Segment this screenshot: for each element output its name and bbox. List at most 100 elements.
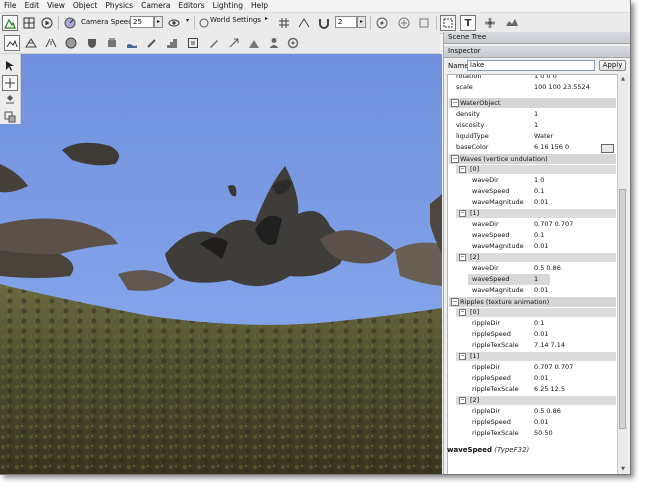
camera-speed-arrow[interactable]: ▸ bbox=[154, 16, 163, 28]
creature-button[interactable] bbox=[504, 15, 520, 31]
zone-button[interactable] bbox=[185, 35, 201, 51]
camera-speed-button[interactable] bbox=[62, 15, 78, 31]
property-row-rippledir[interactable]: rippleDir 0.707 0.707 bbox=[448, 362, 618, 373]
magnet-button[interactable] bbox=[316, 15, 332, 31]
property-row-rippledir[interactable]: rippleDir 0.5 0.86 bbox=[448, 406, 618, 417]
snap-grid-button[interactable] bbox=[276, 15, 292, 31]
selection-mode-button[interactable] bbox=[440, 15, 456, 31]
mesh-button[interactable] bbox=[23, 35, 39, 51]
collapse-icon[interactable]: − bbox=[459, 309, 466, 316]
snap-object-button[interactable] bbox=[296, 15, 312, 31]
visibility-dropdown-arrow[interactable]: ▾ bbox=[183, 16, 192, 28]
menu-edit[interactable]: Edit bbox=[21, 0, 44, 12]
sphere-button[interactable] bbox=[63, 35, 79, 51]
bounds-button[interactable] bbox=[416, 15, 432, 31]
name-input[interactable]: lake bbox=[467, 60, 595, 71]
ripples-group[interactable]: − Ripples (texture animation) bbox=[449, 297, 616, 307]
property-row-wavespeed[interactable]: waveSpeed 0.1 bbox=[448, 230, 618, 241]
property-row-rotation[interactable]: rotation 1 0 0 0 bbox=[448, 75, 618, 82]
menu-lighting[interactable]: Lighting bbox=[209, 0, 247, 12]
waterobject-group[interactable]: − WaterObject bbox=[449, 98, 616, 108]
property-row-wavedir[interactable]: waveDir 0.707 0.707 bbox=[448, 219, 618, 230]
ripple-1-header[interactable]: − [1] bbox=[456, 352, 616, 361]
portal-button[interactable] bbox=[226, 35, 242, 51]
menu-view[interactable]: View bbox=[43, 0, 69, 12]
shield-button[interactable] bbox=[84, 35, 100, 51]
world-settings-arrow[interactable]: ▸ bbox=[262, 14, 271, 26]
add-button[interactable] bbox=[396, 15, 412, 31]
move-tool-button[interactable] bbox=[2, 75, 18, 91]
property-row-ripplespeed[interactable]: rippleSpeed 0.01 bbox=[448, 373, 618, 384]
property-row-ripplespeed[interactable]: rippleSpeed 0.01 bbox=[448, 329, 618, 340]
property-row-rippletexscale[interactable]: rippleTexScale 7.14 7.14 bbox=[448, 340, 618, 351]
property-row-wavedir[interactable]: waveDir 0.5 0.86 bbox=[448, 263, 618, 274]
play-button[interactable] bbox=[39, 15, 55, 31]
scene-tree-title[interactable]: Scene Tree bbox=[444, 32, 630, 44]
property-row-rippledir[interactable]: rippleDir 0 1 bbox=[448, 318, 618, 329]
apply-button[interactable]: Apply bbox=[599, 60, 626, 71]
river-button[interactable] bbox=[43, 35, 59, 51]
scroll-up-icon[interactable]: ▲ bbox=[619, 75, 627, 83]
camera-speed-input[interactable]: 25 bbox=[130, 16, 154, 28]
menu-file[interactable]: File bbox=[0, 0, 21, 12]
property-row-wavemagnitude[interactable]: waveMagnitude 0.01 bbox=[448, 285, 618, 296]
menu-physics[interactable]: Physics bbox=[101, 0, 137, 12]
inspector-scrollbar[interactable]: ▲ ▼ bbox=[617, 74, 628, 474]
select-tool-button[interactable] bbox=[2, 58, 18, 74]
forest-button[interactable] bbox=[144, 35, 160, 51]
wave-0-header[interactable]: − [0] bbox=[456, 165, 616, 174]
collapse-icon[interactable]: − bbox=[451, 155, 459, 163]
collapse-icon[interactable]: − bbox=[451, 298, 459, 306]
collapse-icon[interactable]: − bbox=[459, 397, 466, 404]
snap-value-input[interactable]: 2 bbox=[335, 16, 357, 28]
collapse-icon[interactable]: − bbox=[451, 99, 459, 107]
property-row-viscosity[interactable]: viscosity 1 bbox=[448, 120, 618, 131]
sound-button[interactable] bbox=[285, 35, 301, 51]
ripple-2-header[interactable]: − [2] bbox=[456, 396, 616, 405]
menu-object[interactable]: Object bbox=[69, 0, 101, 12]
menu-help[interactable]: Help bbox=[247, 0, 272, 12]
visibility-button[interactable] bbox=[166, 15, 182, 31]
collapse-icon[interactable]: − bbox=[459, 210, 466, 217]
property-row-ripplespeed[interactable]: rippleSpeed 0.01 bbox=[448, 417, 618, 428]
color-picker-icon[interactable] bbox=[601, 144, 614, 153]
gui-editor-button[interactable] bbox=[21, 15, 37, 31]
property-row-wavemagnitude[interactable]: waveMagnitude 0.01 bbox=[448, 241, 618, 252]
property-row-wavespeed-value[interactable]: 1 bbox=[448, 274, 618, 285]
wave-2-header[interactable]: − [2] bbox=[456, 253, 616, 262]
collapse-icon[interactable]: − bbox=[459, 166, 466, 173]
property-row-liquidtype[interactable]: liquidType Water bbox=[448, 131, 618, 142]
center-button[interactable] bbox=[374, 15, 390, 31]
property-row-basecolor[interactable]: baseColor 6 16 156 0 bbox=[448, 142, 618, 153]
path-button[interactable] bbox=[206, 35, 222, 51]
text-tool-button[interactable]: T bbox=[460, 15, 476, 31]
snap-value-arrow[interactable]: ▸ bbox=[357, 16, 366, 28]
wave-1-header[interactable]: − [1] bbox=[456, 209, 616, 218]
world-editor-button[interactable] bbox=[2, 15, 18, 31]
menu-editors[interactable]: Editors bbox=[175, 0, 209, 12]
scroll-thumb[interactable] bbox=[619, 189, 626, 429]
property-row-rippletexscale[interactable]: rippleTexScale 50 50 bbox=[448, 428, 618, 439]
ripple-0-header[interactable]: − [0] bbox=[456, 308, 616, 317]
light-button[interactable] bbox=[266, 35, 282, 51]
spawn-button[interactable] bbox=[246, 35, 262, 51]
waves-group[interactable]: − Waves (vertice undulation) bbox=[449, 154, 616, 164]
collapse-icon[interactable]: − bbox=[459, 254, 466, 261]
water-button[interactable] bbox=[124, 35, 140, 51]
property-row-wavemagnitude[interactable]: waveMagnitude 0.01 bbox=[448, 197, 618, 208]
scale-tool-button[interactable] bbox=[2, 109, 18, 125]
menu-camera[interactable]: Camera bbox=[137, 0, 174, 12]
inspector-title[interactable]: Inspector bbox=[444, 46, 630, 58]
property-row-density[interactable]: density 1 bbox=[448, 109, 618, 120]
property-row-wavedir[interactable]: waveDir 1 0 bbox=[448, 175, 618, 186]
particle-button[interactable] bbox=[482, 15, 498, 31]
decal-button[interactable] bbox=[164, 35, 180, 51]
property-row-scale[interactable]: scale 100 100 23.5524 bbox=[448, 82, 618, 93]
prefab-button[interactable] bbox=[104, 35, 120, 51]
scene-viewport[interactable] bbox=[0, 54, 442, 474]
collapse-icon[interactable]: − bbox=[459, 353, 466, 360]
rotate-tool-button[interactable] bbox=[2, 92, 18, 108]
scroll-down-icon[interactable]: ▼ bbox=[619, 465, 627, 473]
property-row-wavespeed[interactable]: waveSpeed 0.1 bbox=[448, 186, 618, 197]
property-row-rippletexscale[interactable]: rippleTexScale 6.25 12.5 bbox=[448, 384, 618, 395]
